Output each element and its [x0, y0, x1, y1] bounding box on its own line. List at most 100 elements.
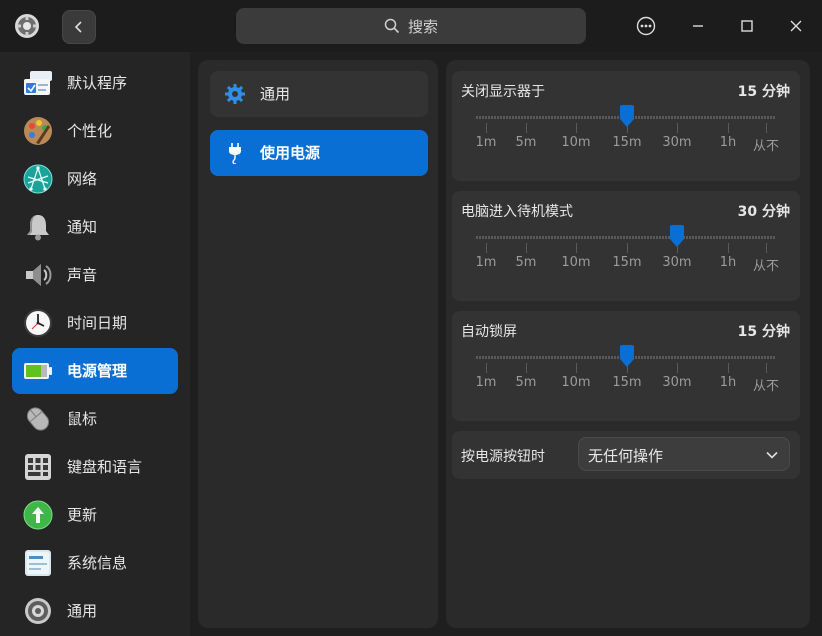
power-plug-icon	[229, 143, 241, 164]
power-button-card: 按电源按钮时 无任何操作	[452, 431, 800, 479]
sidebar-item-default-apps[interactable]: 默认程序	[12, 60, 178, 106]
slider-track	[476, 236, 776, 239]
minimize-button[interactable]	[686, 14, 710, 38]
slider-tick-label: 15m	[612, 135, 642, 150]
slider-tick-label: 1h	[719, 255, 737, 270]
monitor-off-value: 15 分钟	[737, 84, 790, 100]
sidebar-item-label: 系统信息	[67, 554, 128, 572]
slider-tick	[766, 123, 767, 133]
close-button[interactable]	[784, 14, 808, 38]
slider-tick	[627, 243, 628, 253]
slider-tick-label: 1h	[719, 135, 737, 150]
standby-value: 30 分钟	[737, 204, 790, 220]
slider-thumb[interactable]	[617, 345, 637, 369]
mouse-icon	[26, 407, 50, 431]
back-button[interactable]	[62, 10, 96, 44]
clock-icon	[24, 309, 52, 337]
monitor-off-slider[interactable]: 1m 5m 10m 15m 30m 1h 从不	[476, 105, 779, 154]
sidebar-item-power[interactable]: 电源管理	[12, 348, 178, 394]
slider-tick-label: 从不	[752, 139, 780, 154]
slider-tick-label: 30m	[662, 135, 692, 150]
slider-tick	[576, 363, 577, 373]
slider-tick-label: 30m	[662, 255, 692, 270]
more-options-button[interactable]	[634, 14, 658, 38]
search-icon	[384, 18, 400, 34]
slider-tick-label: 1h	[719, 375, 737, 390]
sidebar-item-personalization[interactable]: 个性化	[12, 108, 178, 154]
auto-lock-title: 自动锁屏	[461, 324, 517, 340]
keyboard-icon	[25, 454, 51, 480]
sidebar-item-datetime[interactable]: 时间日期	[12, 300, 178, 346]
power-button-title: 按电源按钮时	[461, 449, 545, 465]
chevron-left-icon	[74, 21, 82, 33]
sidebar-item-label: 通用	[67, 602, 98, 620]
slider-tick-label: 1m	[475, 135, 497, 150]
slider-tick-label: 15m	[612, 375, 642, 390]
slider-tick	[677, 363, 678, 373]
sidebar-item-mouse[interactable]: 鼠标	[12, 396, 178, 442]
standby-card: 电脑进入待机模式 30 分钟 1m 5m 10m 15m 30m 1h 从不	[452, 191, 800, 301]
sidebar-item-label: 个性化	[67, 122, 113, 140]
power-subnav-panel: 通用 使用电源	[198, 60, 438, 628]
slider-thumb[interactable]	[617, 105, 637, 129]
sidebar-item-system-info[interactable]: 系统信息	[12, 540, 178, 586]
power-button-selected-value: 无任何操作	[588, 447, 664, 465]
slider-tick	[526, 363, 527, 373]
power-button-select[interactable]: 无任何操作	[578, 437, 790, 471]
subnav-item-general[interactable]: 通用	[210, 71, 428, 117]
sidebar-item-label: 通知	[67, 218, 98, 236]
standby-slider[interactable]: 1m 5m 10m 15m 30m 1h 从不	[476, 225, 779, 274]
bell-icon	[27, 215, 49, 241]
auto-lock-slider[interactable]: 1m 5m 10m 15m 30m 1h 从不	[476, 345, 779, 394]
settings-gear-icon	[15, 14, 39, 38]
subnav-item-label: 使用电源	[260, 144, 321, 162]
maximize-button[interactable]	[735, 14, 759, 38]
power-settings-panel: 关闭显示器于 15 分钟 1m 5m 10m 15m 30m 1h 从不 电脑进入待机模式 …	[446, 60, 810, 628]
slider-tick-label: 5m	[515, 255, 537, 270]
search-box[interactable]: 搜索	[236, 8, 586, 44]
slider-tick	[526, 123, 527, 133]
sidebar-item-label: 默认程序	[67, 74, 128, 92]
slider-tick-label: 从不	[752, 259, 780, 274]
sidebar-item-label: 时间日期	[67, 314, 128, 332]
auto-lock-value: 15 分钟	[737, 324, 790, 340]
minimize-icon	[693, 25, 703, 27]
chevron-down-icon	[766, 451, 778, 459]
slider-tick-label: 5m	[515, 135, 537, 150]
sidebar-item-notifications[interactable]: 通知	[12, 204, 178, 250]
battery-icon	[24, 363, 52, 379]
default-apps-icon	[24, 71, 52, 95]
sidebar-item-label: 更新	[67, 506, 98, 524]
slider-tick-label: 10m	[561, 135, 591, 150]
sidebar-item-sound[interactable]: 声音	[12, 252, 178, 298]
sidebar-item-label: 鼠标	[67, 410, 98, 428]
sidebar-item-update[interactable]: 更新	[12, 492, 178, 538]
more-icon	[636, 16, 656, 36]
sidebar-item-label: 声音	[67, 266, 98, 284]
gear-icon	[225, 84, 245, 104]
monitor-off-title: 关闭显示器于	[461, 84, 545, 100]
slider-tick	[576, 123, 577, 133]
sidebar-item-general[interactable]: 通用	[12, 588, 178, 634]
slider-tick	[728, 363, 729, 373]
sidebar-item-network[interactable]: 网络	[12, 156, 178, 202]
system-info-icon	[25, 550, 51, 576]
sidebar-item-keyboard[interactable]: 键盘和语言	[12, 444, 178, 490]
slider-thumb[interactable]	[667, 225, 687, 249]
sidebar-item-label: 网络	[67, 170, 98, 188]
monitor-off-card: 关闭显示器于 15 分钟 1m 5m 10m 15m 30m 1h 从不	[452, 71, 800, 181]
maximize-icon	[741, 20, 753, 32]
standby-title: 电脑进入待机模式	[461, 204, 573, 220]
slider-tick	[766, 363, 767, 373]
slider-tick-label: 10m	[561, 255, 591, 270]
subnav-item-label: 通用	[260, 85, 291, 103]
slider-tick	[486, 363, 487, 373]
sidebar-item-label: 键盘和语言	[67, 458, 143, 476]
subnav-item-on-battery[interactable]: 使用电源	[210, 130, 428, 176]
slider-tick	[728, 123, 729, 133]
sidebar: 默认程序 个性化 网络 通知 声音 时间日期 电源管理 鼠标 键盘和语言 更新 …	[0, 52, 190, 636]
slider-tick	[766, 243, 767, 253]
slider-tick-label: 1m	[475, 375, 497, 390]
slider-tick-label: 15m	[612, 255, 642, 270]
update-arrow-icon	[23, 500, 53, 530]
